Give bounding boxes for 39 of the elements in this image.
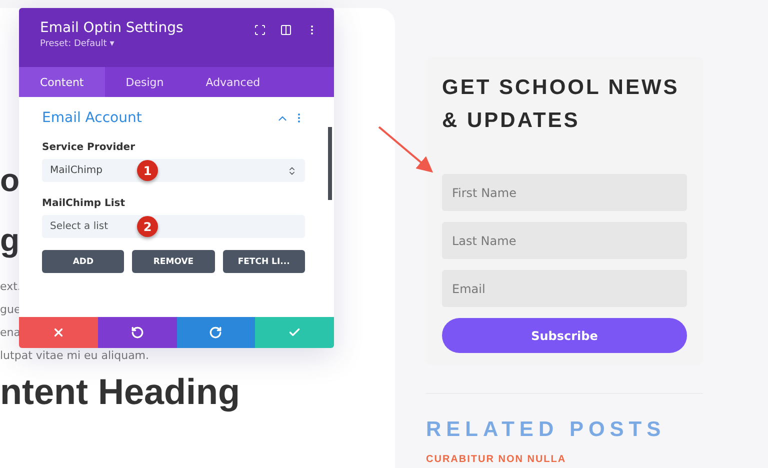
redo-icon <box>209 326 222 339</box>
scrollbar[interactable] <box>328 127 332 200</box>
action-button[interactable]: ADD <box>42 250 124 273</box>
tab[interactable]: Advanced <box>184 67 282 97</box>
heading-text: ntent Heading <box>0 372 240 412</box>
section-title[interactable]: Email Account <box>42 110 276 126</box>
post-link[interactable]: CURABITUR NON NULLA <box>426 454 566 466</box>
signup-title: GET SCHOOL NEWS & UPDATES <box>442 75 680 134</box>
action-button[interactable]: FETCH LI... <box>222 250 305 273</box>
body-text: ext. <box>0 280 21 294</box>
body-text: lutpat vitae mi eu aliquam. <box>0 349 150 363</box>
updown-icon <box>287 166 297 176</box>
step-badge: 2 <box>137 216 158 237</box>
input-field[interactable]: First Name <box>442 174 687 211</box>
input-field[interactable]: Last Name <box>442 222 687 259</box>
preset-dropdown[interactable]: Preset: Default ▾ <box>40 39 114 49</box>
step-badge: 1 <box>137 160 158 181</box>
action-button[interactable]: REMOVE <box>132 250 215 273</box>
undo-button[interactable] <box>98 317 176 348</box>
undo-icon <box>130 326 144 339</box>
input-field[interactable]: Email <box>442 270 687 307</box>
redo-button[interactable] <box>176 317 256 348</box>
subscribe-button[interactable]: Subscribe <box>442 318 687 353</box>
heading-text: g <box>0 221 20 260</box>
select-field[interactable]: MailChimp 1 <box>42 159 305 182</box>
cancel-icon <box>52 326 65 339</box>
section-heading: RELATED POSTS <box>426 418 666 442</box>
select-field[interactable]: Select a list 2 <box>42 215 305 238</box>
check-button[interactable] <box>255 317 334 348</box>
panel-title: Email Optin Settings <box>40 20 184 36</box>
tab[interactable]: Design <box>104 67 185 97</box>
tab[interactable]: Content <box>19 67 105 97</box>
heading-text: o <box>0 161 20 200</box>
focus-icon[interactable] <box>254 24 266 36</box>
field-label: Service Provider <box>42 142 136 153</box>
pointer-arrow <box>378 126 434 173</box>
check-icon <box>288 326 302 339</box>
field-label: MailChimp List <box>42 198 126 209</box>
columns-icon[interactable] <box>280 24 292 36</box>
